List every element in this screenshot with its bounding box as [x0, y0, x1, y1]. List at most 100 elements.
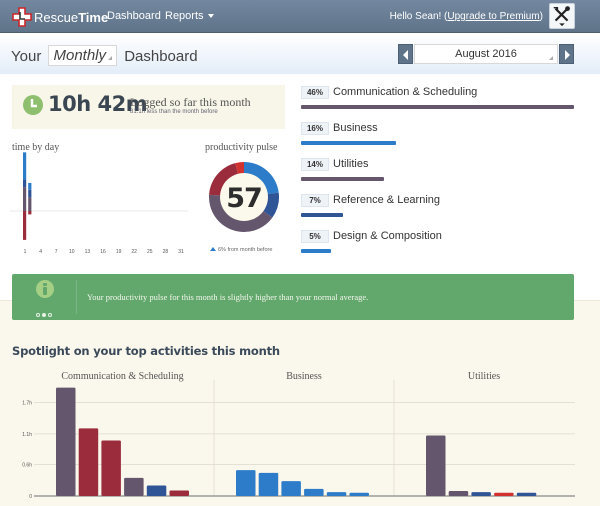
pager-dot[interactable]	[48, 313, 52, 317]
brand-name[interactable]: RescueTime	[34, 10, 108, 25]
activity-bar[interactable]	[146, 485, 167, 496]
chevron-down-icon	[207, 14, 214, 19]
activity-bar[interactable]	[258, 472, 279, 496]
day-bar[interactable]	[23, 152, 27, 240]
category-name: Utilities	[333, 158, 369, 170]
category-bar	[301, 177, 385, 181]
day-tick: 25	[147, 249, 153, 255]
pulse-title: productivity pulse	[205, 142, 278, 153]
tools-icon	[553, 6, 570, 27]
y-tick-label: 0.6h	[22, 463, 32, 469]
activity-bar[interactable]	[516, 492, 537, 496]
settings-button[interactable]	[549, 3, 575, 29]
month-value: August 2016	[455, 48, 517, 60]
pulse-value: 57	[226, 183, 262, 214]
activity-bar[interactable]	[101, 440, 121, 496]
day-tick: 1	[24, 249, 27, 255]
y-tick-label: 1.1h	[22, 432, 32, 438]
activity-bar[interactable]	[304, 488, 324, 496]
clock-icon	[23, 95, 43, 115]
day-bar-segment-productive_dark	[23, 179, 27, 188]
chevron-right-icon	[565, 50, 570, 60]
category-percent: 14%	[301, 158, 329, 171]
spotlight-chart: 0 0.6h 1.1h 1.7h	[22, 380, 575, 500]
day-tick: 10	[69, 249, 75, 255]
day-bar-segment-distracting	[23, 211, 27, 240]
logged-time-summary: 10h 42m Logged so far this month 81.1h l…	[12, 85, 285, 129]
top-nav: RescueTime Dashboard Reports Hello Sean!…	[0, 0, 600, 33]
title-suffix: Dashboard	[124, 48, 198, 65]
time-by-day-chart[interactable]: 1 4 7 10 13 16 19 22 25 28 31	[10, 150, 190, 260]
category-bar	[301, 213, 343, 217]
greeting-end: )	[539, 11, 543, 22]
chevron-left-icon	[403, 50, 408, 60]
activity-bar[interactable]	[169, 490, 190, 497]
day-tick: 4	[39, 249, 42, 255]
page-title: Your Monthly Dashboard	[11, 45, 198, 67]
day-tick: 22	[131, 249, 137, 255]
prev-month-button[interactable]	[398, 44, 413, 64]
y-tick-label: 0	[29, 494, 32, 500]
info-stem	[43, 287, 47, 295]
greeting-text: Hello Sean! (	[389, 11, 448, 22]
month-select[interactable]: August 2016	[414, 44, 558, 64]
next-month-button[interactable]	[559, 44, 574, 64]
day-tick: 19	[116, 249, 122, 255]
day-bar[interactable]	[28, 182, 32, 215]
logged-time-label: Logged so far this month	[130, 95, 251, 109]
activity-bar[interactable]	[494, 492, 514, 496]
info-icon[interactable]	[36, 280, 54, 298]
activity-bar[interactable]	[448, 491, 469, 496]
brand-bold: Time	[78, 10, 109, 25]
nav-reports[interactable]: Reports	[165, 10, 214, 22]
pulse-change-text: 6% from month before	[218, 247, 273, 253]
category-name: Design & Composition	[333, 230, 442, 242]
category-name: Business	[333, 122, 378, 134]
day-bar-segment-productive_blue	[28, 182, 32, 190]
productivity-pulse-donut[interactable]: 57	[205, 158, 283, 236]
nav-reports-label: Reports	[165, 10, 204, 22]
day-bar-segment-productive_dark	[28, 189, 32, 198]
category-percent: 16%	[301, 122, 329, 135]
category-name: Communication & Scheduling	[333, 86, 478, 98]
rescuetime-logo-icon[interactable]	[12, 7, 32, 27]
activity-bar[interactable]	[349, 492, 370, 496]
pager-dot-active[interactable]	[42, 313, 46, 317]
greeting: Hello Sean! (Upgrade to Premium)	[390, 11, 543, 22]
day-bar-segment-distracting	[28, 211, 32, 215]
category-bar	[301, 105, 574, 109]
day-bar-segment-neutral	[23, 187, 27, 211]
day-tick: 13	[85, 249, 91, 255]
insight-text: Your productivity pulse for this month i…	[87, 292, 369, 302]
category-bar	[301, 141, 396, 145]
insight-banner: Your productivity pulse for this month i…	[12, 274, 574, 320]
day-tick: 31	[178, 249, 184, 255]
day-tick: 7	[55, 249, 58, 255]
period-select[interactable]: Monthly	[48, 45, 118, 66]
period-value: Monthly	[53, 47, 107, 64]
day-bar-segment-neutral	[28, 197, 32, 211]
category-percent: 46%	[301, 86, 329, 99]
activity-bar[interactable]	[56, 387, 76, 496]
upgrade-link[interactable]: Upgrade to Premium	[447, 11, 539, 22]
day-tick: 16	[100, 249, 106, 255]
day-tick: 28	[163, 249, 169, 255]
nav-dashboard[interactable]: Dashboard	[107, 10, 161, 22]
activity-bar[interactable]	[78, 428, 99, 496]
pulse-change: 6% from month before	[210, 247, 272, 253]
spotlight-title: Spotlight on your top activities this mo…	[12, 344, 280, 358]
activity-bar[interactable]	[281, 481, 301, 496]
select-grip-icon	[549, 56, 553, 60]
pager-dot[interactable]	[36, 313, 40, 317]
day-bar-segment-productive_blue	[23, 152, 27, 180]
arrow-up-icon	[210, 247, 216, 251]
activity-bar[interactable]	[471, 492, 491, 496]
activity-bar[interactable]	[124, 477, 144, 496]
select-grip-icon	[108, 56, 113, 60]
activity-bar[interactable]	[426, 435, 446, 497]
activity-bar[interactable]	[326, 492, 347, 496]
activity-bar[interactable]	[236, 470, 256, 496]
brand-light: Rescue	[34, 10, 79, 25]
logged-time-comparison: 81.1h less than the month before	[130, 109, 218, 115]
category-name: Reference & Learning	[333, 194, 441, 206]
